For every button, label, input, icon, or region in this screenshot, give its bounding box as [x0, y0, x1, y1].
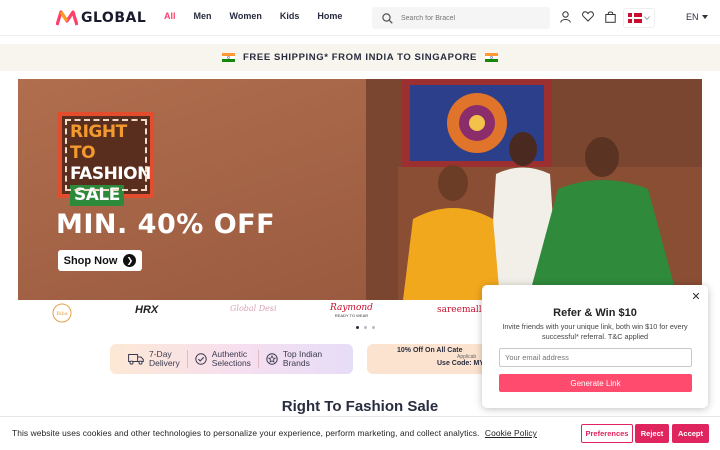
- top-header: GLOBAL All Men Women Kids Home Search fo…: [0, 0, 720, 36]
- check-circle-icon: [195, 353, 207, 365]
- carousel-dot[interactable]: [372, 326, 375, 329]
- biba-text: Biba: [56, 311, 67, 317]
- caret-down-icon: [701, 15, 708, 19]
- feature-pill: 7-Day Delivery Authentic Selections Top …: [110, 344, 353, 374]
- m-logo-icon: [56, 10, 78, 26]
- email-field[interactable]: [499, 348, 692, 367]
- brand-tag-icon: [266, 353, 278, 365]
- bag-icon[interactable]: [605, 11, 616, 23]
- raymond-text: Raymond: [330, 303, 373, 313]
- main-nav: All Men Women Kids Home: [164, 11, 360, 21]
- raymond-subtext: READY TO WEAR: [334, 313, 369, 318]
- close-icon[interactable]: ✕: [690, 291, 702, 303]
- reject-button[interactable]: Reject: [635, 424, 669, 443]
- search-input[interactable]: [401, 14, 541, 22]
- nav-kids[interactable]: Kids: [280, 11, 300, 21]
- refer-description: Invite friends with your unique link, bo…: [502, 322, 688, 341]
- hero-headline: MIN. 40% OFF: [56, 209, 276, 240]
- nav-all[interactable]: All: [164, 11, 176, 21]
- brand-logo-hrx[interactable]: HRX: [135, 304, 158, 316]
- denmark-flag-icon: [628, 13, 642, 23]
- stamp-line-2: FASHION: [70, 164, 151, 184]
- cookie-message: This website uses cookies and other tech…: [12, 428, 537, 438]
- feature-brands: Top Indian Brands: [266, 350, 322, 368]
- stamp-line-3: SALE: [70, 185, 124, 206]
- feature-brands-line2: Brands: [282, 358, 310, 368]
- offer-line3: Use Code: MY: [437, 360, 485, 367]
- truck-icon: [128, 354, 144, 365]
- preferences-button[interactable]: Preferences: [581, 424, 633, 443]
- offer-line1: 10% Off On All Cate: [397, 347, 463, 354]
- nav-men[interactable]: Men: [194, 11, 212, 21]
- divider: [257, 350, 259, 368]
- brand-logo-raymond[interactable]: Raymond READY TO WEAR: [330, 303, 373, 318]
- carousel-dot[interactable]: [356, 326, 359, 329]
- cookie-policy-link[interactable]: Cookie Policy: [485, 428, 537, 438]
- carousel-dot[interactable]: [364, 326, 367, 329]
- india-flag-icon: [222, 53, 236, 62]
- arrow-right-icon: ❯: [123, 254, 137, 267]
- shipping-banner: FREE SHIPPING* FROM INDIA TO SINGAPORE: [0, 44, 720, 71]
- cookie-bar: This website uses cookies and other tech…: [0, 416, 720, 450]
- logo-text: GLOBAL: [81, 10, 147, 26]
- india-flag-icon: [484, 53, 498, 62]
- user-icon[interactable]: [560, 11, 571, 23]
- accept-button[interactable]: Accept: [672, 424, 709, 443]
- shop-now-button[interactable]: Shop Now ❯: [58, 250, 142, 271]
- brand-strip: Biba HRX Global Desi Raymond READY TO WE…: [18, 300, 502, 326]
- myntra-logo[interactable]: GLOBAL: [56, 7, 146, 29]
- search-icon: [382, 12, 393, 24]
- carousel-dots: [356, 326, 375, 329]
- sale-stamp: RIGHT TO FASHION SALE: [58, 112, 154, 206]
- region-selector[interactable]: [623, 8, 655, 28]
- nav-women[interactable]: Women: [230, 11, 262, 21]
- feature-authentic-line2: Selections: [211, 358, 251, 368]
- brand-logo-global-desi[interactable]: Global Desi: [230, 304, 277, 313]
- feature-authentic: Authentic Selections: [195, 350, 251, 368]
- language-label: EN: [686, 12, 699, 22]
- brand-logo-sareemall[interactable]: sareemall: [437, 305, 482, 315]
- chevron-down-icon: [644, 16, 650, 20]
- heart-icon[interactable]: [582, 11, 594, 22]
- generate-link-button[interactable]: Generate Link: [499, 374, 692, 392]
- biba-logo-icon: Biba: [52, 303, 72, 323]
- language-selector[interactable]: EN: [686, 12, 708, 22]
- refer-title: Refer & Win $10: [553, 307, 637, 319]
- shipping-text: FREE SHIPPING* FROM INDIA TO SINGAPORE: [243, 52, 477, 63]
- feature-delivery: 7-Day Delivery: [128, 350, 180, 368]
- shop-now-label: Shop Now: [63, 254, 118, 267]
- brand-logo-biba[interactable]: Biba: [52, 303, 72, 325]
- search-bar[interactable]: [372, 7, 550, 29]
- header-icons: [560, 11, 616, 23]
- feature-delivery-line2: Delivery: [149, 358, 180, 368]
- refer-popup: ✕ Refer & Win $10 Invite friends with yo…: [482, 285, 708, 408]
- offer-strip[interactable]: 10% Off On All Cate Applicab Use Code: M…: [367, 344, 487, 374]
- stamp-line-1: RIGHT TO: [70, 122, 127, 163]
- divider: [186, 350, 188, 368]
- cookie-text: This website uses cookies and other tech…: [12, 428, 480, 438]
- hero-banner[interactable]: RIGHT TO FASHION SALE MIN. 40% OFF Shop …: [18, 79, 702, 300]
- page: GLOBAL All Men Women Kids Home Search fo…: [0, 0, 720, 450]
- nav-home[interactable]: Home: [317, 11, 342, 21]
